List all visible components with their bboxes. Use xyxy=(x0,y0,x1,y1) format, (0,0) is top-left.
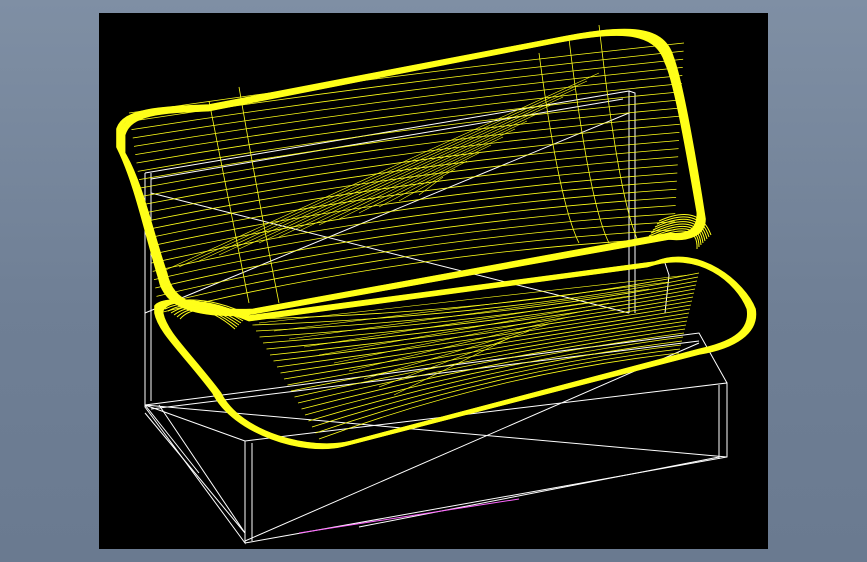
sofa-wireframe-drawing xyxy=(116,24,757,545)
cad-viewport[interactable] xyxy=(99,13,768,549)
sofa-edge-accent xyxy=(298,498,520,534)
